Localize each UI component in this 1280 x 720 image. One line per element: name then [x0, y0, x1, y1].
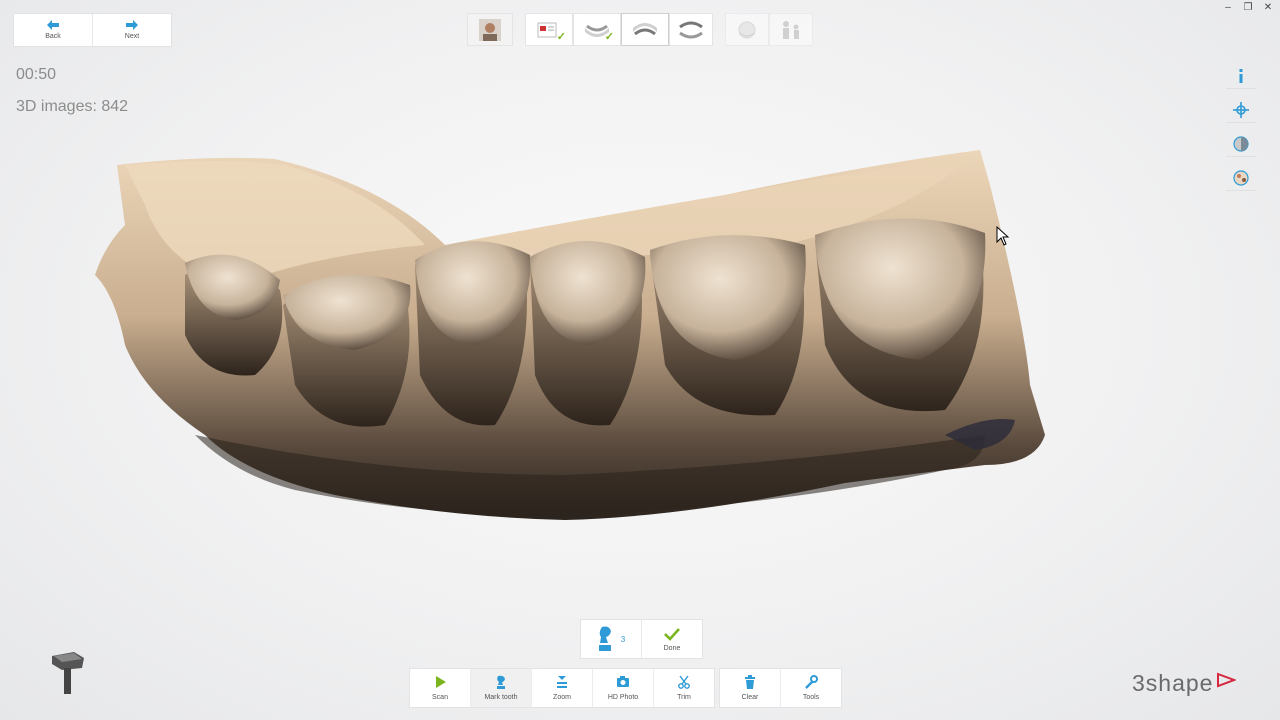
next-label: Next: [124, 33, 140, 40]
patient-photo-icon: [479, 18, 501, 41]
brand-name: 3shape: [1132, 670, 1214, 696]
arrow-right-icon: [126, 20, 138, 30]
edit-toolbar: Clear Tools: [719, 668, 842, 708]
wrench-icon: [805, 675, 818, 689]
step-patient[interactable]: [467, 13, 513, 46]
tooth-count: 3: [620, 634, 626, 644]
texture-button[interactable]: [1226, 166, 1256, 191]
center-view-button[interactable]: [1226, 98, 1256, 123]
trim-button[interactable]: Trim: [653, 669, 714, 707]
minimize-button[interactable]: –: [1222, 2, 1234, 13]
brand-triangle-icon: [1217, 672, 1237, 687]
mark-tooth-label: Mark tooth: [484, 694, 518, 701]
send-people-icon: [783, 20, 799, 39]
scanner-icon: [52, 652, 84, 694]
center-icon: [1233, 102, 1249, 118]
hd-photo-button[interactable]: HD Photo: [592, 669, 653, 707]
back-label: Back: [45, 33, 61, 40]
right-toolbar: [1226, 64, 1256, 191]
clear-button[interactable]: Clear: [720, 669, 780, 707]
scan-label: Scan: [432, 694, 448, 701]
tooth-count-button[interactable]: 3: [581, 620, 641, 658]
scissors-icon: [678, 675, 690, 689]
color-toggle-icon: [1233, 136, 1249, 152]
scan-toolbar: Scan Mark tooth Zoom HD Photo Trim: [409, 668, 715, 708]
play-icon: [436, 676, 446, 688]
tools-button[interactable]: Tools: [780, 669, 841, 707]
arrow-left-icon: [47, 20, 59, 30]
scan-timer: 00:50: [16, 66, 57, 83]
mouse-cursor-icon: [996, 226, 1010, 246]
lower-jaw-check-icon: ✓: [604, 31, 614, 43]
hd-photo-label: HD Photo: [607, 694, 639, 701]
order-form-check-icon: ✓: [556, 31, 566, 43]
window-controls: – ❐ ✕: [1222, 2, 1274, 13]
checkmark-icon: [664, 627, 680, 641]
step-send[interactable]: [769, 13, 813, 46]
next-button[interactable]: Next: [92, 14, 171, 46]
bite-icon: [679, 21, 703, 38]
texture-icon: [1233, 170, 1249, 186]
zoom-button[interactable]: Zoom: [531, 669, 592, 707]
tools-label: Tools: [802, 694, 820, 701]
scan-button[interactable]: Scan: [410, 669, 470, 707]
mark-tooth-button[interactable]: Mark tooth: [470, 669, 531, 707]
step-bite[interactable]: [669, 13, 713, 46]
step-lower-jaw[interactable]: ✓: [573, 13, 621, 46]
color-toggle-button[interactable]: [1226, 132, 1256, 157]
dental-scan-model[interactable]: [85, 145, 1055, 535]
zoom-icon: [557, 676, 567, 688]
back-button[interactable]: Back: [14, 14, 92, 46]
step-post-processing[interactable]: [725, 13, 769, 46]
done-label: Done: [663, 644, 681, 652]
zoom-label: Zoom: [553, 694, 571, 701]
tooth-action-panel: 3 Done: [580, 619, 703, 659]
restore-button[interactable]: ❐: [1242, 2, 1254, 13]
workflow-steps: ✓ ✓: [467, 13, 813, 46]
info-icon: [1239, 69, 1243, 83]
tooth-marker-icon: [598, 626, 611, 651]
brand-logo: 3shape: [1132, 670, 1237, 697]
image-count: 3D images: 842: [16, 98, 129, 115]
close-button[interactable]: ✕: [1262, 2, 1274, 13]
navigation-box: Back Next: [13, 13, 172, 47]
info-button[interactable]: [1226, 64, 1256, 89]
step-upper-jaw[interactable]: [621, 13, 669, 46]
done-button[interactable]: Done: [641, 620, 702, 658]
step-order-form[interactable]: ✓: [525, 13, 573, 46]
trim-label: Trim: [677, 694, 691, 701]
trash-icon: [745, 675, 755, 689]
upper-jaw-icon: [633, 22, 657, 35]
post-processing-icon: [738, 21, 756, 38]
mark-tooth-icon: [497, 675, 505, 689]
clear-label: Clear: [741, 694, 759, 701]
camera-icon: [617, 676, 629, 687]
